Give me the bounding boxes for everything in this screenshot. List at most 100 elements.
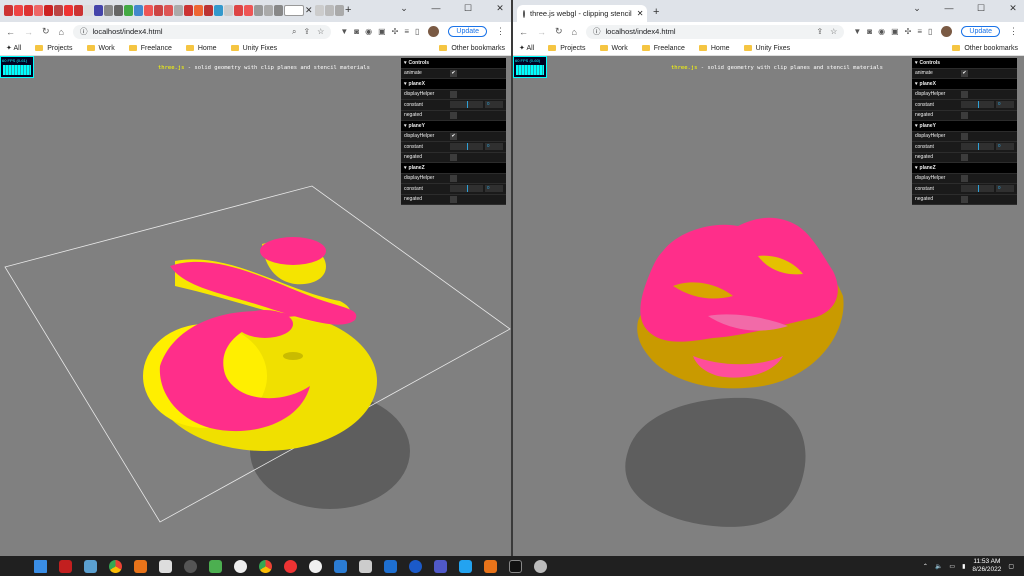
tab-favicon[interactable] — [234, 5, 243, 16]
threejs-link[interactable]: three.js — [158, 65, 185, 71]
share-icon[interactable]: ⇪ — [303, 27, 310, 37]
tab-favicon[interactable] — [244, 5, 253, 16]
constant-slider[interactable] — [450, 101, 483, 109]
constant-input[interactable]: 0 — [485, 143, 503, 151]
chevron-down-icon[interactable]: ⌄ — [912, 3, 922, 14]
reload-icon[interactable]: ↻ — [555, 26, 563, 37]
animate-checkbox[interactable]: ✔ — [961, 69, 968, 77]
tab-favicon[interactable] — [274, 5, 283, 16]
extension-icon[interactable]: ▼ — [853, 27, 861, 36]
address-bar[interactable]: ⓘ localhost/index4.html ⇪ ☆ — [585, 24, 845, 39]
tab-favicon[interactable] — [315, 5, 324, 16]
negated-checkbox[interactable] — [450, 195, 457, 203]
bookmark-other[interactable]: Other bookmarks — [952, 45, 1018, 52]
bookmark-freelance[interactable]: Freelance — [129, 45, 172, 52]
filezilla-icon[interactable] — [59, 559, 72, 573]
app-icon[interactable] — [209, 559, 222, 573]
back-icon[interactable]: ← — [519, 27, 528, 37]
displayhelper-checkbox[interactable] — [961, 174, 968, 182]
tab-favicon[interactable] — [104, 5, 113, 16]
tab-favicon[interactable] — [124, 5, 133, 16]
clock[interactable]: 11:53 AM 8/26/2022 — [972, 558, 1001, 574]
displayhelper-checkbox[interactable]: ✔ — [450, 132, 457, 140]
search-icon[interactable]: ⌕ — [292, 27, 296, 37]
notepad-icon[interactable] — [359, 559, 372, 573]
extension-icon[interactable]: ▣ — [891, 27, 899, 36]
tab-favicon[interactable] — [264, 5, 273, 16]
sidepanel-icon[interactable]: ▯ — [415, 27, 419, 36]
negated-checkbox[interactable] — [450, 153, 457, 161]
forward-icon[interactable]: → — [24, 27, 33, 37]
windows-start-icon[interactable] — [34, 559, 47, 573]
url-text[interactable]: localhost/index4.html — [92, 27, 162, 36]
displayhelper-checkbox[interactable] — [450, 90, 457, 98]
tab-favicon[interactable] — [164, 5, 173, 16]
displayhelper-checkbox[interactable] — [961, 90, 968, 98]
tab-favicon[interactable] — [74, 5, 83, 16]
close-tab-icon[interactable]: ✕ — [305, 5, 314, 16]
app-icon[interactable] — [134, 559, 147, 573]
teams-icon[interactable] — [434, 559, 447, 573]
planeX-header[interactable]: planeX — [912, 79, 1017, 90]
media-icon[interactable]: ≡ — [404, 27, 409, 36]
extension-icon[interactable]: ◉ — [878, 27, 885, 36]
avatar[interactable] — [428, 26, 440, 37]
bookmark-freelance[interactable]: Freelance — [642, 45, 685, 52]
tab-favicon[interactable] — [154, 5, 163, 16]
close-icon[interactable]: ✕ — [1008, 3, 1018, 14]
minimize-icon[interactable]: — — [431, 3, 441, 14]
tab-favicon[interactable] — [84, 5, 93, 16]
bookmark-home[interactable]: Home — [699, 45, 730, 52]
info-icon[interactable]: ⓘ — [80, 26, 88, 37]
reload-icon[interactable]: ↻ — [42, 26, 50, 37]
bookmark-projects[interactable]: Projects — [548, 45, 585, 52]
constant-slider[interactable] — [450, 185, 483, 193]
planeY-header[interactable]: planeY — [401, 121, 506, 132]
tab-favicon[interactable] — [4, 5, 13, 16]
camera-icon[interactable]: ◙ — [867, 27, 872, 36]
animate-checkbox[interactable]: ✔ — [450, 69, 457, 77]
threejs-link[interactable]: three.js — [671, 65, 698, 71]
maximize-icon[interactable]: ☐ — [463, 3, 473, 14]
app-icon[interactable] — [184, 559, 197, 573]
tab-favicon[interactable] — [254, 5, 263, 16]
tab-favicon[interactable] — [134, 5, 143, 16]
new-tab-icon[interactable]: + — [345, 5, 354, 16]
tab-favicon[interactable] — [14, 5, 23, 16]
chevron-up-icon[interactable]: ⌃ — [923, 563, 928, 570]
battery-icon[interactable]: ▮ — [962, 563, 965, 570]
share-icon[interactable]: ⇪ — [816, 27, 823, 36]
close-icon[interactable]: ✕ — [495, 3, 505, 14]
tab-favicon[interactable] — [94, 5, 103, 16]
negated-checkbox[interactable] — [961, 111, 968, 119]
network-icon[interactable]: ▭ — [949, 563, 955, 570]
bookmark-work[interactable]: Work — [87, 45, 115, 52]
maximize-icon[interactable]: ☐ — [976, 3, 986, 14]
star-icon[interactable]: ☆ — [317, 27, 324, 37]
tab-favicon[interactable] — [144, 5, 153, 16]
tab-favicon[interactable] — [204, 5, 213, 16]
tab-favicon[interactable] — [174, 5, 183, 16]
avatar[interactable] — [941, 26, 953, 37]
tab-favicon[interactable] — [325, 5, 334, 16]
sidepanel-icon[interactable]: ▯ — [928, 27, 932, 36]
chrome-icon[interactable] — [109, 559, 122, 573]
tab-favicon[interactable] — [114, 5, 123, 16]
puzzle-icon[interactable]: ✣ — [905, 27, 912, 36]
update-button[interactable]: Update — [961, 26, 1000, 37]
constant-input[interactable]: 0 — [996, 101, 1014, 109]
webgl-canvas[interactable]: 60 FPS (0-60) three.js - solid geometry … — [513, 56, 1024, 556]
tab-favicon[interactable] — [194, 5, 203, 16]
github-icon[interactable] — [234, 559, 247, 573]
home-icon[interactable]: ⌂ — [59, 27, 64, 37]
tab-favicon[interactable] — [184, 5, 193, 16]
app-icon[interactable] — [284, 559, 297, 573]
vscode-icon[interactable] — [459, 559, 472, 573]
address-bar[interactable]: ⓘ localhost/index4.html ⌕ ⇪ ☆ — [72, 24, 332, 39]
tab-favicon[interactable] — [54, 5, 63, 16]
stats-panel[interactable]: 60 FPS (0-61) — [0, 56, 34, 78]
back-icon[interactable]: ← — [6, 27, 15, 37]
pinned-tab-strip[interactable]: ✕ + — [4, 5, 354, 16]
cmd-icon[interactable] — [509, 559, 522, 573]
bookmark-home[interactable]: Home — [186, 45, 217, 52]
